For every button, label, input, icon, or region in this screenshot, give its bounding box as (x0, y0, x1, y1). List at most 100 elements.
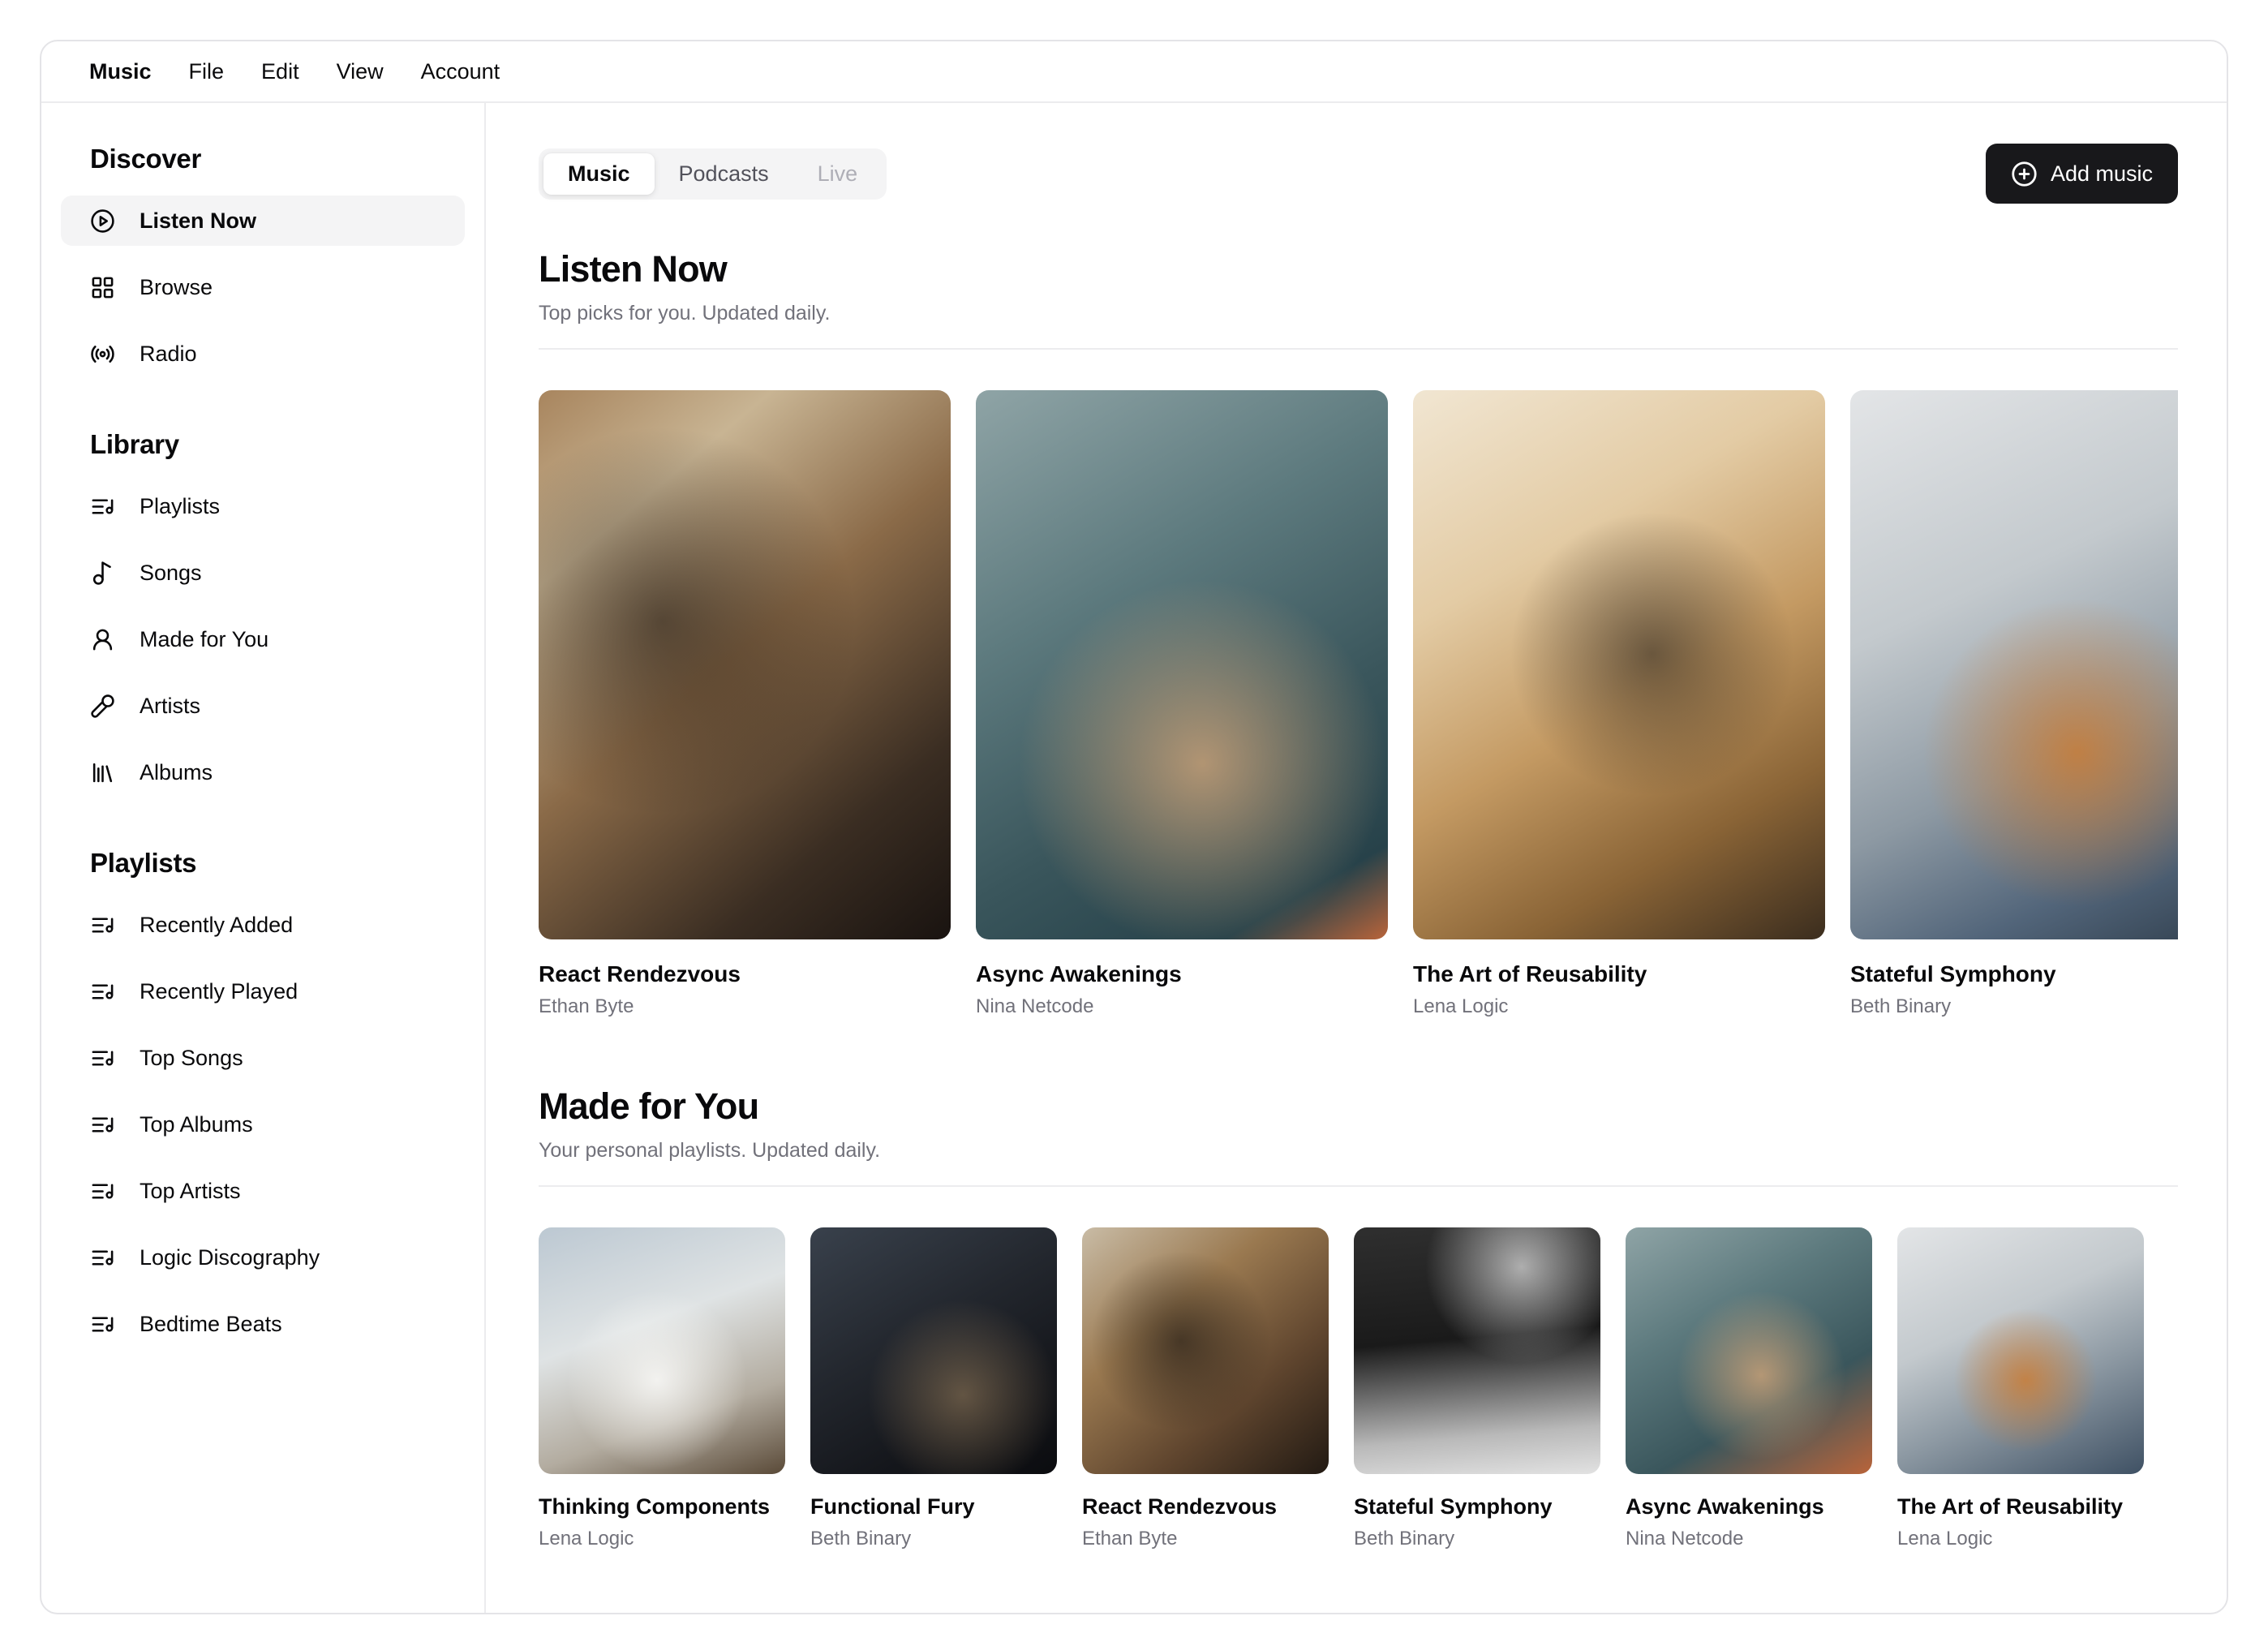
sidebar-item-top-albums[interactable]: Top Albums (61, 1099, 465, 1150)
menu-view[interactable]: View (318, 41, 402, 102)
album-title: Async Awakenings (1626, 1494, 1872, 1520)
sidebar-item-label: Browse (140, 275, 213, 300)
album-artist: Lena Logic (1897, 1527, 2144, 1550)
album-card: React Rendezvous Ethan Byte (1082, 1227, 1329, 1550)
tab-podcasts[interactable]: Podcasts (655, 153, 793, 195)
album-title: Async Awakenings (976, 961, 1388, 988)
album-cover[interactable] (1354, 1227, 1600, 1474)
sidebar-item-playlists[interactable]: Playlists (61, 481, 465, 531)
menu-edit[interactable]: Edit (243, 41, 318, 102)
main-content: Music Podcasts Live Add music Listen Now… (486, 103, 2227, 1613)
sidebar-item-label: Top Artists (140, 1179, 241, 1204)
section-title-listen-now: Listen Now (539, 249, 2178, 290)
album-cover[interactable] (1850, 390, 2178, 939)
album-card: Thinking Components Lena Logic (539, 1227, 785, 1550)
album-card: Stateful Symphony Beth Binary (1354, 1227, 1600, 1550)
sidebar-item-label: Recently Played (140, 979, 298, 1004)
body-row: Discover Listen Now Browse (41, 103, 2227, 1613)
add-music-button[interactable]: Add music (1986, 144, 2178, 204)
section-title-made-for-you: Made for You (539, 1086, 2178, 1127)
album-artist: Nina Netcode (1626, 1527, 1872, 1550)
sidebar-item-top-artists[interactable]: Top Artists (61, 1166, 465, 1216)
sidebar-item-songs[interactable]: Songs (61, 548, 465, 598)
list-music-icon (90, 494, 115, 519)
album-cover[interactable] (539, 390, 951, 939)
radio-icon (90, 342, 115, 367)
tab-music[interactable]: Music (543, 153, 655, 195)
album-title: Stateful Symphony (1850, 961, 2178, 988)
sidebar-item-bedtime-beats[interactable]: Bedtime Beats (61, 1299, 465, 1349)
album-cover[interactable] (539, 1227, 785, 1474)
play-circle-icon (90, 208, 115, 234)
list-music-icon (90, 913, 115, 938)
sidebar-item-label: Made for You (140, 627, 268, 652)
album-card: The Art of Reusability Lena Logic (1413, 390, 1825, 1018)
sidebar-item-top-songs[interactable]: Top Songs (61, 1033, 465, 1083)
album-cover[interactable] (1897, 1227, 2144, 1474)
album-cover[interactable] (1413, 390, 1825, 939)
sidebar-item-recently-added[interactable]: Recently Added (61, 900, 465, 950)
menu-account[interactable]: Account (402, 41, 519, 102)
list-music-icon (90, 1046, 115, 1071)
list-music-icon (90, 1245, 115, 1270)
list-music-icon (90, 1179, 115, 1204)
sidebar-item-label: Top Albums (140, 1112, 253, 1137)
album-card: React Rendezvous Ethan Byte (539, 390, 951, 1018)
made-for-you-covers-row: Thinking Components Lena Logic Functiona… (539, 1227, 2178, 1550)
sidebar-item-radio[interactable]: Radio (61, 329, 465, 379)
add-music-label: Add music (2051, 161, 2153, 187)
sidebar-section-title: Library (90, 429, 465, 460)
list-music-icon (90, 1112, 115, 1137)
album-artist: Lena Logic (1413, 995, 1825, 1018)
main-header: Music Podcasts Live Add music (539, 144, 2178, 204)
sidebar-item-label: Recently Added (140, 913, 293, 938)
sidebar-item-albums[interactable]: Albums (61, 747, 465, 797)
sidebar-item-listen-now[interactable]: Listen Now (61, 196, 465, 246)
sidebar-item-logic-discography[interactable]: Logic Discography (61, 1232, 465, 1283)
section-subtitle: Your personal playlists. Updated daily. (539, 1138, 2178, 1163)
album-title: Functional Fury (810, 1494, 1057, 1520)
album-cover[interactable] (1082, 1227, 1329, 1474)
divider (539, 348, 2178, 350)
album-title: The Art of Reusability (1897, 1494, 2144, 1520)
screen: Music File Edit View Account Discover Li… (0, 0, 2268, 1629)
album-cover[interactable] (810, 1227, 1057, 1474)
sidebar-item-label: Playlists (140, 494, 220, 519)
sidebar-item-artists[interactable]: Artists (61, 681, 465, 731)
list-music-icon (90, 979, 115, 1004)
music-note-icon (90, 561, 115, 586)
album-title: React Rendezvous (539, 961, 951, 988)
album-artist: Nina Netcode (976, 995, 1388, 1018)
sidebar-section-library: Library Playlists Songs (61, 429, 465, 797)
sidebar-item-label: Songs (140, 561, 202, 586)
sidebar: Discover Listen Now Browse (41, 103, 486, 1613)
album-artist: Ethan Byte (1082, 1527, 1329, 1550)
menu-music[interactable]: Music (71, 41, 170, 102)
sidebar-item-made-for-you[interactable]: Made for You (61, 614, 465, 664)
album-card: The Art of Reusability Lena Logic (1897, 1227, 2144, 1550)
menu-file[interactable]: File (170, 41, 243, 102)
sidebar-item-label: Top Songs (140, 1046, 243, 1071)
sidebar-section-title: Playlists (90, 848, 465, 879)
album-artist: Beth Binary (1850, 995, 2178, 1018)
album-card: Async Awakenings Nina Netcode (976, 390, 1388, 1018)
layout-grid-icon (90, 275, 115, 300)
album-title: The Art of Reusability (1413, 961, 1825, 988)
section-subtitle: Top picks for you. Updated daily. (539, 301, 2178, 325)
album-artist: Beth Binary (1354, 1527, 1600, 1550)
sidebar-section-playlists: Playlists Recently Added Recently Played (61, 848, 465, 1349)
sidebar-item-browse[interactable]: Browse (61, 262, 465, 312)
album-card: Stateful Symphony Beth Binary (1850, 390, 2178, 1018)
album-cover[interactable] (976, 390, 1388, 939)
sidebar-item-recently-played[interactable]: Recently Played (61, 966, 465, 1017)
album-card: Functional Fury Beth Binary (810, 1227, 1057, 1550)
user-icon (90, 627, 115, 652)
content-tabs: Music Podcasts Live (539, 148, 887, 200)
sidebar-section-discover: Discover Listen Now Browse (61, 144, 465, 379)
divider (539, 1185, 2178, 1187)
listen-now-covers-row: React Rendezvous Ethan Byte Async Awaken… (539, 390, 2178, 1018)
album-card: Async Awakenings Nina Netcode (1626, 1227, 1872, 1550)
album-cover[interactable] (1626, 1227, 1872, 1474)
library-icon (90, 760, 115, 785)
album-title: React Rendezvous (1082, 1494, 1329, 1520)
